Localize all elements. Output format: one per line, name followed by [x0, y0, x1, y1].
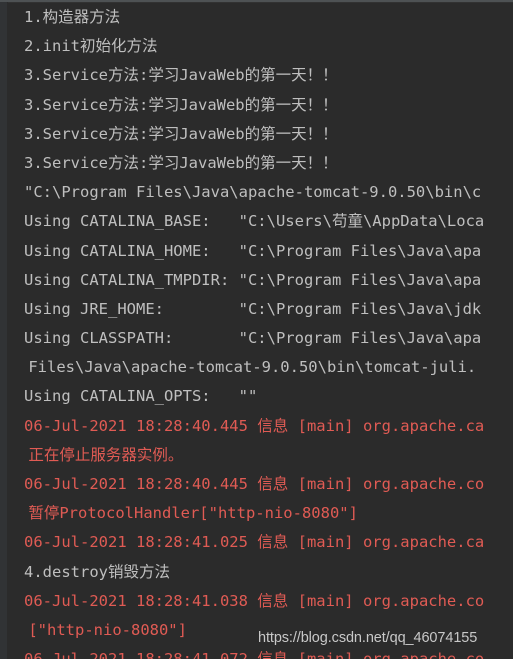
- console-left-gutter: [0, 2, 7, 659]
- watermark-url: https://blog.csdn.net/qq_46074155: [258, 630, 478, 646]
- console-log-line: 06-Jul-2021 18:28:40.445 信息 [main] org.a…: [24, 475, 485, 493]
- console-log-line: 4.destroy销毁方法: [24, 562, 170, 581]
- console-log-line: Files\Java\apache-tomcat-9.0.50\bin\tomc…: [19, 358, 477, 377]
- console-log-line: 3.Service方法:学习JavaWeb的第一天！！: [24, 95, 338, 114]
- console-log-line: 06-Jul-2021 18:28:41.025 信息 [main] org.a…: [24, 533, 485, 552]
- console-log-line: 3.Service方法:学习JavaWeb的第一天！！: [24, 66, 338, 85]
- console-log-line: Using CATALINA_TMPDIR: "C:\Program Files…: [24, 270, 482, 289]
- console-log-line: 3.Service方法:学习JavaWeb的第一天！！: [24, 124, 338, 143]
- console-log-line: 暂停ProtocolHandler["http-nio-8080"]: [19, 504, 358, 523]
- console-log-line: Using CATALINA_OPTS: "": [24, 387, 258, 406]
- console-log-line: Using CATALINA_HOME: "C:\Program Files\J…: [24, 241, 482, 260]
- console-log-line: 正在停止服务器实例。: [19, 445, 184, 464]
- console-output-panel[interactable]: 1.构造器方法 2.init初始化方法 3.Service方法:学习JavaWeb的…: [0, 0, 513, 659]
- console-log-line: Using CLASSPATH: "C:\Program Files\Java\…: [24, 329, 482, 348]
- console-log-line: 06-Jul-2021 18:28:41.038 信息 [main] org.a…: [24, 591, 485, 610]
- console-log-line: 2.init初始化方法: [24, 37, 158, 56]
- console-log-line: "C:\Program Files\Java\apache-tomcat-9.0…: [24, 183, 482, 202]
- console-log-line: 3.Service方法:学习JavaWeb的第一天！！: [24, 153, 338, 172]
- console-log-line: 06-Jul-2021 18:28:41.072 信息 [main] org.a…: [8, 645, 513, 659]
- console-log-line: Using CATALINA_BASE: "C:\Users\苟童\AppDat…: [24, 212, 485, 231]
- console-log-output[interactable]: 1.构造器方法 2.init初始化方法 3.Service方法:学习JavaWeb的…: [8, 3, 513, 659]
- console-log-line: 06-Jul-2021 18:28:40.445 信息 [main] org.a…: [24, 416, 485, 435]
- console-log-line: 1.构造器方法: [24, 8, 121, 26]
- console-log-line: Using JRE_HOME: "C:\Program Files\Java\j…: [24, 299, 482, 318]
